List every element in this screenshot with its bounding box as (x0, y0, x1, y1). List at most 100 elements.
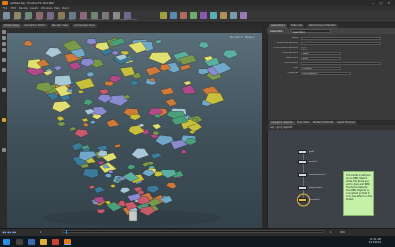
scene-viewport[interactable] (7, 33, 262, 228)
shelf-fluids-icon[interactable] (210, 11, 217, 19)
minimize-button[interactable]: — (370, 1, 376, 5)
shelf-rigging-icon[interactable] (69, 11, 76, 19)
shelf-solid-icon[interactable] (240, 11, 247, 19)
scale-tool-icon[interactable] (1, 48, 6, 52)
network-node[interactable] (298, 173, 307, 177)
shelf-tab-guide-brushes[interactable]: Guide Brushes (123, 19, 137, 21)
parameter-field[interactable]: ☑ (301, 47, 307, 51)
shelf-particles-icon[interactable] (190, 11, 197, 19)
search-icon[interactable] (16, 238, 23, 245)
select-tool-icon[interactable] (1, 30, 6, 34)
rotate-tool-icon[interactable] (1, 42, 6, 46)
fracture-piece (129, 79, 140, 87)
fracture-piece (151, 123, 162, 130)
fracture-piece (106, 119, 121, 128)
handle-tool-icon[interactable] (1, 58, 6, 62)
parameter-row: Name Prefix piece (268, 57, 388, 61)
shelf-tab-create[interactable]: Create (2, 19, 8, 21)
parameter-field[interactable] (301, 42, 381, 46)
shelf-deform-icon[interactable] (47, 11, 54, 19)
shelf-tab-deform[interactable]: Deform (46, 19, 53, 21)
parameter-field[interactable] (301, 62, 381, 66)
fracture-piece (97, 161, 105, 165)
node-name-field[interactable]: assemble1 (291, 29, 331, 34)
network-node[interactable] (298, 186, 307, 190)
projection-menu[interactable]: Persp ▾ (245, 36, 254, 39)
shelf-modify-icon[interactable] (14, 11, 21, 19)
shelf-tab-modify[interactable]: Modify (13, 19, 19, 21)
shelf-tab-characters[interactable]: Characters (79, 19, 89, 21)
windows-start-icon[interactable] (3, 238, 10, 245)
fracture-piece (154, 171, 163, 177)
shelf-guide-process-icon[interactable] (113, 11, 120, 19)
move-tool-icon[interactable] (1, 36, 6, 40)
shelf-create-icon[interactable] (3, 11, 10, 19)
camera-menu[interactable]: No cam ▾ (230, 36, 242, 39)
shelf-hair-utils-icon[interactable] (102, 11, 109, 19)
shelf-tab-constraints[interactable]: Constraints (90, 19, 101, 21)
browser-icon[interactable] (52, 238, 59, 245)
playback-controls-icon[interactable]: ◀◀ ◀ ▶ ▶▶ (2, 231, 16, 234)
shelf-model-icon[interactable] (25, 11, 32, 19)
fracture-piece (73, 129, 89, 138)
network-node[interactable] (298, 150, 307, 154)
parameter-field[interactable]: piece (301, 57, 341, 61)
fracture-piece (126, 164, 136, 170)
fracture-piece (179, 64, 192, 71)
parameter-row: Group (268, 37, 388, 41)
fracture-piece (198, 41, 210, 49)
maximize-button[interactable]: □ (378, 1, 384, 5)
parameter-field[interactable] (301, 37, 381, 41)
network-node-label: voronoifracture1 (309, 173, 326, 176)
close-button[interactable]: ✕ (386, 1, 392, 5)
network-path[interactable]: obj › grid_object1 (270, 126, 293, 129)
start-frame[interactable]: 1 (330, 231, 332, 234)
network-node[interactable] (298, 198, 307, 202)
shelf-texture-icon[interactable] (58, 11, 65, 19)
houdini-window: untitled.hip - Houdini FX 16.0.600 — □ ✕… (0, 0, 395, 247)
parameter-field[interactable]: Centroid (301, 67, 341, 71)
fracture-piece (52, 100, 72, 113)
houdini-taskbar-icon[interactable] (64, 238, 71, 245)
shelf-cloth-icon[interactable] (230, 11, 237, 19)
render-region-icon[interactable] (1, 148, 6, 152)
network-editor[interactable] (267, 130, 395, 228)
parameter-row: Display As Full Geometry (268, 72, 388, 76)
shelf-camera-icon[interactable] (170, 11, 177, 19)
snap-icon[interactable] (1, 88, 6, 92)
shelf-characters-icon[interactable] (80, 11, 87, 19)
shelf-tab-hair-utils[interactable]: Hair Utils (101, 19, 110, 21)
network-node[interactable] (298, 160, 307, 164)
shelf-guide-brushes-icon[interactable] (124, 11, 131, 19)
pose-tool-icon[interactable] (1, 118, 6, 122)
shelf-fire-icon[interactable] (220, 11, 227, 19)
parameter-label: Connectivity Attribute (276, 42, 298, 44)
file-explorer-icon[interactable] (40, 238, 47, 245)
sticky-note[interactable]: The bullet is defined as an RBD Object w… (343, 171, 374, 216)
shelf-toolbar: Create Modify Model Polygon Deform Textu… (0, 10, 395, 23)
fracture-piece (114, 143, 122, 148)
shelf-collisions-icon[interactable] (180, 11, 187, 19)
shelf-tab-model[interactable]: Model (24, 19, 30, 21)
node-wires (297, 154, 310, 207)
parameter-field[interactable]: name (301, 52, 341, 56)
shelf-tab-polygon[interactable]: Polygon (35, 19, 42, 21)
fracture-piece (131, 148, 150, 160)
current-frame[interactable]: 1 (40, 231, 42, 234)
system-clock[interactable]: 11:51 AM 2/15/2018 (369, 238, 381, 244)
shelf-lights-icon[interactable] (160, 11, 167, 19)
windows-taskbar: 11:51 AM 2/15/2018 (0, 236, 395, 247)
bullet-object (128, 210, 138, 222)
shelf-polygon-icon[interactable] (36, 11, 43, 19)
shelf-tab-rigging[interactable]: Rigging (68, 19, 75, 21)
shelf-rigid-bodies-icon[interactable] (200, 11, 207, 19)
shelf-tab-texture[interactable]: Texture (57, 19, 64, 21)
view-tool-icon[interactable] (1, 68, 6, 72)
parameter-field[interactable]: Full Geometry (301, 72, 351, 76)
clock-date: 2/15/2018 (368, 240, 381, 244)
shelf-constraints-icon[interactable] (91, 11, 98, 19)
timeline-slider[interactable] (62, 230, 324, 233)
end-frame[interactable]: 240 (340, 231, 345, 234)
task-view-icon[interactable] (28, 238, 35, 245)
timeline-playhead[interactable] (66, 229, 67, 234)
